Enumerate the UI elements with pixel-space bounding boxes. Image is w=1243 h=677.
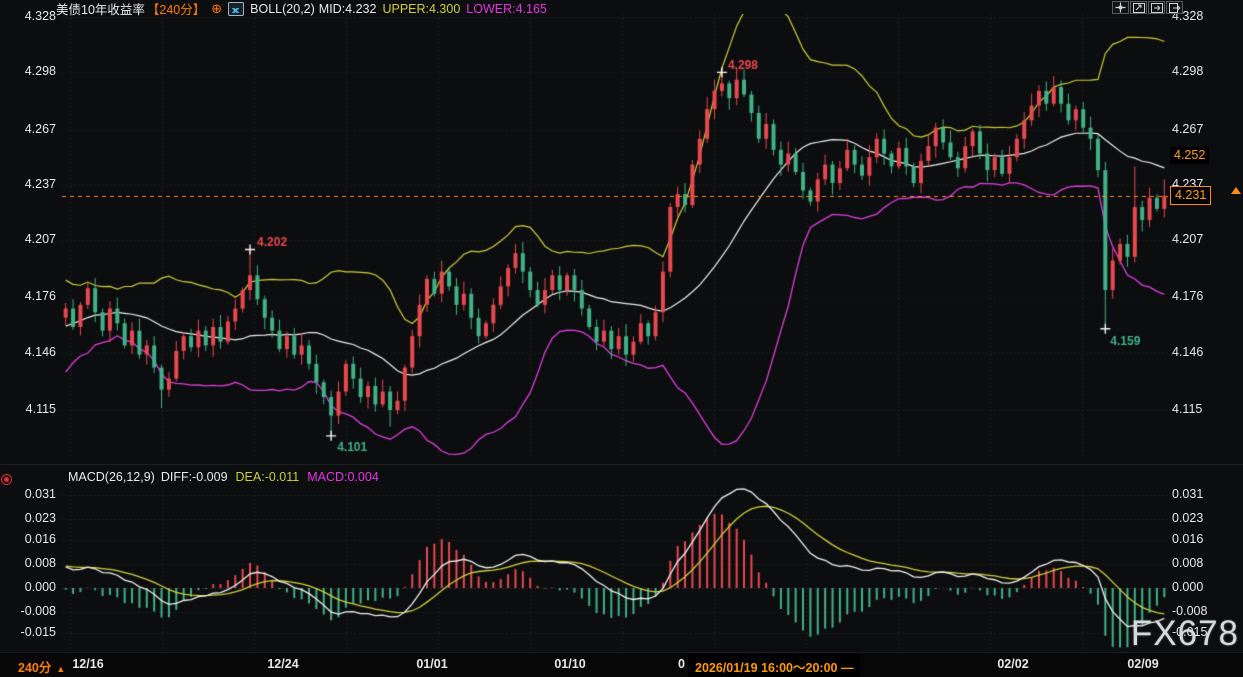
x-axis-tick-partial: 0 — [678, 657, 685, 671]
macd-axis-label: 0.031 — [1172, 487, 1203, 501]
panel-divider — [0, 464, 1243, 465]
watermark: FX678 — [1131, 614, 1239, 654]
pane-shift-icon[interactable] — [1166, 1, 1183, 14]
time-axis-bar: 240分▲ 12/16 12/24 01/01 01/10 02/02 02/09 0202… — [0, 652, 1243, 677]
add-indicator-icon[interactable]: ⊕ — [211, 2, 222, 15]
price-axis-label: 4.115 — [0, 402, 56, 416]
candlestick-chart-canvas[interactable] — [0, 0, 1243, 677]
macd-axis-label: 0.023 — [1172, 511, 1203, 525]
chart-toolbar — [1112, 1, 1183, 14]
price-axis-label: 4.298 — [1172, 64, 1203, 78]
instrument-title: 美债10年收益率 — [56, 0, 145, 18]
macd-axis-label: 0.008 — [0, 556, 56, 570]
macd-dea-value: DEA:-0.011 — [236, 470, 300, 484]
x-axis-tick: 02/02 — [997, 657, 1028, 671]
pane-forward-icon[interactable] — [1148, 1, 1165, 14]
price-axis-label: 4.267 — [0, 122, 56, 136]
price-axis-label: 4.207 — [0, 232, 56, 246]
macd-axis-label: -0.008 — [0, 604, 56, 618]
macd-axis-label: 0.016 — [1172, 532, 1203, 546]
price-axis-label: 4.207 — [1172, 232, 1203, 246]
boll-label: BOLL(20,2) — [250, 2, 315, 16]
x-axis-tick: 12/16 — [72, 657, 103, 671]
boll-mid-value: MID:4.232 — [319, 2, 377, 16]
price-axis-label: 4.146 — [1172, 345, 1203, 359]
price-axis-label: 4.328 — [0, 9, 56, 23]
boll-upper-value: UPPER:4.300 — [382, 2, 460, 16]
crosshair-time-tooltip: 2026/01/19 16:00～20:00 — — [688, 654, 860, 677]
price-axis-label: 4.237 — [0, 177, 56, 191]
interval-selector[interactable]: 240分▲ — [18, 657, 65, 676]
trading-chart-app: 美债10年收益率【240分】 ⊕ BOLL(20,2) MID:4.232 UP… — [0, 0, 1243, 677]
boll-lower-value: LOWER:4.165 — [466, 2, 547, 16]
x-axis-tick: 01/01 — [416, 657, 447, 671]
price-axis-label: 4.298 — [0, 64, 56, 78]
macd-axis-label: 0.031 — [0, 487, 56, 501]
interval-tag: 【240分】 — [147, 0, 205, 18]
macd-axis-label: 0.023 — [0, 511, 56, 525]
macd-diff-value: DIFF:-0.009 — [161, 470, 228, 484]
macd-axis-label: 0.016 — [0, 532, 56, 546]
fit-screen-icon[interactable] — [1130, 1, 1147, 14]
price-alert-arrow-icon — [1231, 187, 1241, 194]
price-tag-4.231: 4.231 — [1170, 186, 1211, 205]
x-axis-tick: 02/09 — [1127, 657, 1158, 671]
macd-axis-label: -0.015 — [0, 625, 56, 639]
price-axis-label: 4.176 — [0, 289, 56, 303]
interval-arrow-icon: ▲ — [56, 664, 65, 674]
main-chart-header: 美债10年收益率【240分】 ⊕ BOLL(20,2) MID:4.232 UP… — [56, 1, 547, 16]
chart-type-icon[interactable] — [228, 2, 244, 16]
price-axis-label: 4.176 — [1172, 289, 1203, 303]
move-tool-icon[interactable] — [1112, 1, 1129, 14]
price-tag-4.252: 4.252 — [1170, 147, 1209, 164]
macd-axis-label: 0.008 — [1172, 556, 1203, 570]
price-axis-label: 4.267 — [1172, 122, 1203, 136]
macd-macd-value: MACD:0.004 — [307, 470, 379, 484]
indicator-marker-icon[interactable] — [1, 474, 12, 485]
macd-header: MACD(26,12,9) DIFF:-0.009 DEA:-0.011 MAC… — [68, 470, 379, 484]
macd-axis-label: 0.000 — [1172, 580, 1203, 594]
x-axis-tick: 01/10 — [554, 657, 585, 671]
macd-axis-label: 0.000 — [0, 580, 56, 594]
x-axis-tick: 12/24 — [267, 657, 298, 671]
macd-label: MACD(26,12,9) — [68, 470, 155, 484]
price-axis-label: 4.115 — [1172, 402, 1202, 416]
price-axis-label: 4.146 — [0, 345, 56, 359]
